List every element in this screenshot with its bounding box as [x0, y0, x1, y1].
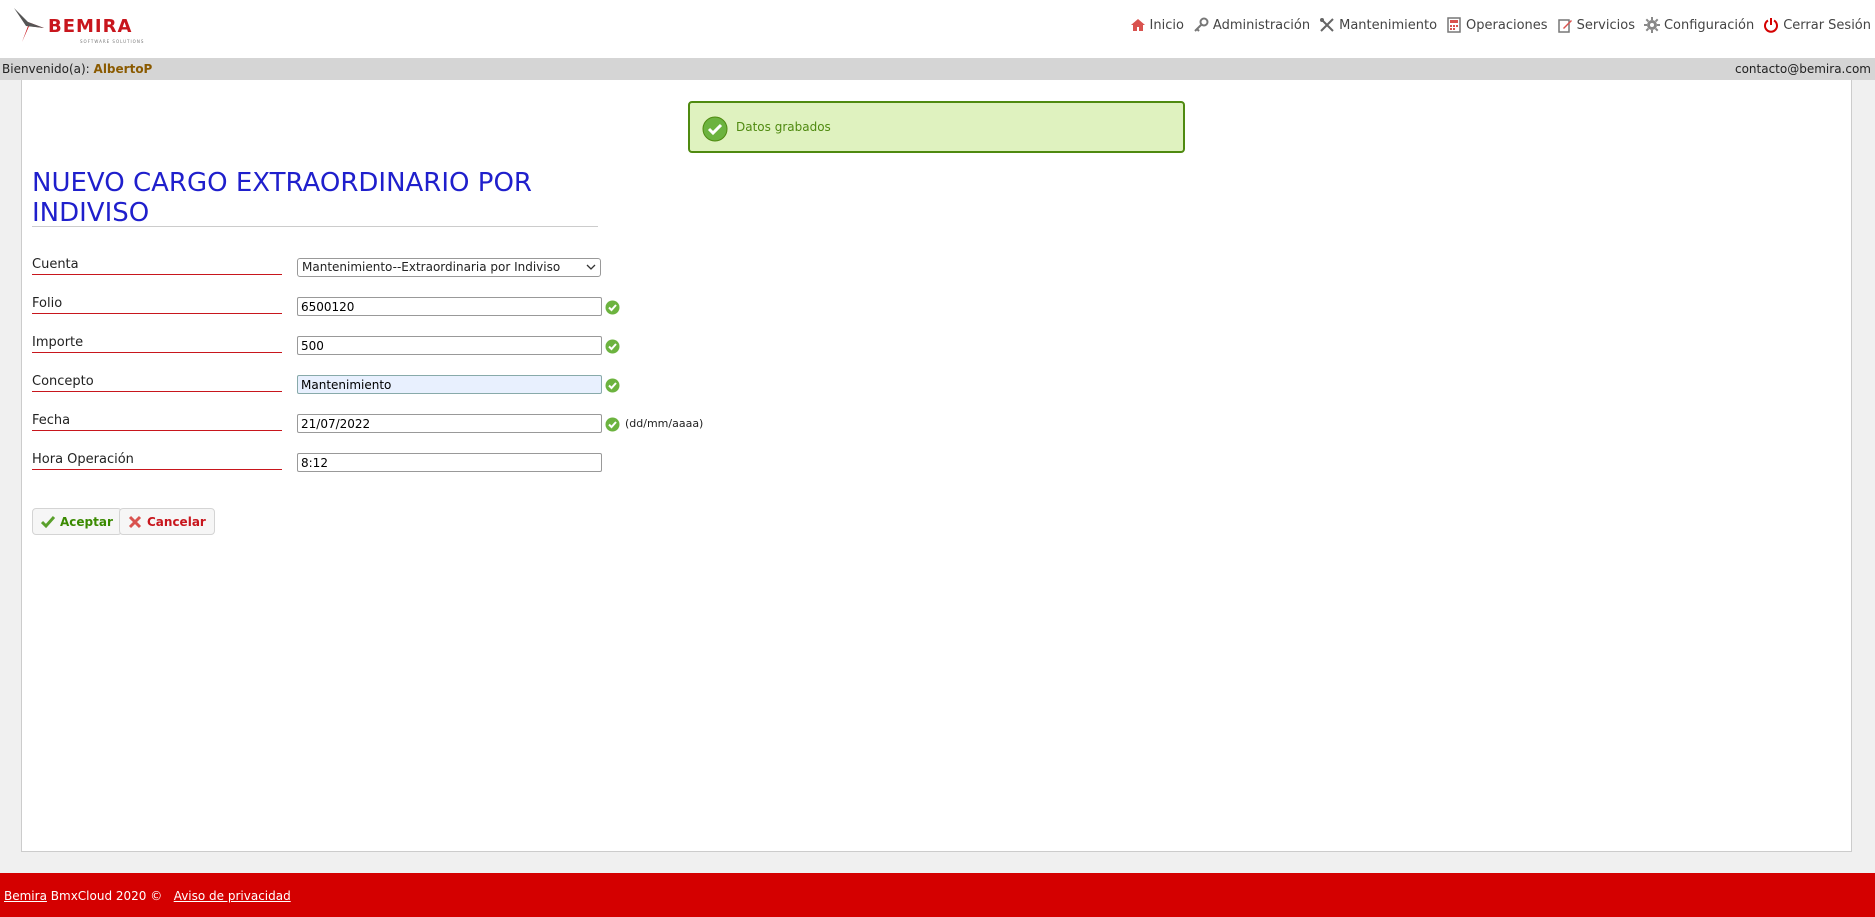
- valid-check-icon: [605, 417, 620, 432]
- valid-check-icon: [605, 300, 620, 315]
- page-title: NUEVO CARGO EXTRAORDINARIO POR INDIVISO: [32, 168, 532, 228]
- welcome-prefix: Bienvenido(a):: [2, 62, 90, 76]
- fecha-input[interactable]: [297, 414, 602, 433]
- main-nav: Inicio Administración Mantenimiento Oper…: [1121, 17, 1871, 33]
- nav-label: Servicios: [1576, 17, 1635, 33]
- nav-label: Operaciones: [1466, 17, 1548, 33]
- nav-administracion[interactable]: Administración: [1193, 17, 1310, 33]
- nav-mantenimiento[interactable]: Mantenimiento: [1319, 17, 1437, 33]
- title-divider: [32, 226, 598, 227]
- valid-check-icon: [605, 378, 620, 393]
- chevron-down-icon: [586, 264, 596, 270]
- footer-copyright: BmxCloud 2020 ©: [50, 889, 163, 903]
- gear-icon: [1643, 17, 1660, 33]
- nav-label: Configuración: [1663, 17, 1755, 33]
- date-format-hint: (dd/mm/aaaa): [625, 417, 704, 430]
- home-icon: [1130, 19, 1145, 31]
- cancelar-label: Cancelar: [147, 514, 206, 529]
- nav-configuracion[interactable]: Configuración: [1643, 17, 1755, 33]
- cuenta-select[interactable]: Mantenimiento--Extraordinaria por Indivi…: [297, 258, 601, 277]
- folio-input[interactable]: [297, 297, 602, 316]
- nav-label: Cerrar Sesión: [1783, 17, 1871, 33]
- importe-input[interactable]: [297, 336, 602, 355]
- concepto-label: Concepto: [32, 374, 282, 392]
- logo-subtitle: SOFTWARE SOLUTIONS: [80, 39, 145, 44]
- footer: Bemira BmxCloud 2020 © Aviso de privacid…: [0, 873, 1875, 917]
- welcome-message: Bienvenido(a): AlbertoP: [2, 58, 152, 80]
- alert-message: Datos grabados: [736, 120, 831, 134]
- logo-star-icon: [14, 8, 44, 42]
- contact-email: contacto@bemira.com: [1734, 62, 1871, 76]
- nav-operaciones[interactable]: Operaciones: [1446, 17, 1548, 33]
- welcome-username: AlbertoP: [93, 62, 153, 76]
- importe-label: Importe: [32, 335, 282, 353]
- concepto-input[interactable]: [297, 375, 602, 394]
- aceptar-label: Aceptar: [60, 514, 113, 529]
- nav-servicios[interactable]: Servicios: [1557, 17, 1635, 33]
- welcome-bar: Bienvenido(a): AlbertoP contacto@bemira.…: [0, 58, 1875, 80]
- folio-label: Folio: [32, 296, 282, 314]
- cancelar-button[interactable]: Cancelar: [119, 508, 215, 535]
- footer-content: Bemira BmxCloud 2020 © Aviso de privacid…: [4, 889, 291, 903]
- cuenta-selected-value: Mantenimiento--Extraordinaria por Indivi…: [302, 260, 561, 274]
- nav-label: Mantenimiento: [1339, 17, 1438, 33]
- footer-brand-link[interactable]: Bemira: [4, 889, 47, 903]
- close-icon: [128, 515, 142, 528]
- valid-check-icon: [605, 339, 620, 354]
- header: BEMIRA SOFTWARE SOLUTIONS Inicio Adminis…: [0, 0, 1875, 58]
- power-icon: [1764, 18, 1779, 33]
- logo-text: BEMIRA: [48, 16, 133, 37]
- key-icon: [1194, 17, 1209, 32]
- check-circle-icon: [702, 116, 728, 142]
- tools-icon: [1320, 18, 1334, 32]
- calculator-icon: [1447, 17, 1461, 33]
- content-panel: Datos grabados NUEVO CARGO EXTRAORDINARI…: [21, 80, 1852, 852]
- nav-label: Inicio: [1149, 17, 1184, 33]
- edit-icon: [1557, 19, 1572, 33]
- nav-label: Administración: [1212, 17, 1311, 33]
- privacy-link[interactable]: Aviso de privacidad: [174, 889, 291, 903]
- success-alert: Datos grabados: [688, 101, 1185, 153]
- cuenta-label: Cuenta: [32, 257, 282, 275]
- hora-operacion-label: Hora Operación: [32, 452, 282, 470]
- aceptar-button[interactable]: Aceptar: [32, 508, 122, 535]
- nav-inicio[interactable]: Inicio: [1130, 17, 1184, 33]
- hora-operacion-input[interactable]: [297, 453, 602, 472]
- bemira-logo[interactable]: BEMIRA SOFTWARE SOLUTIONS: [10, 6, 143, 44]
- fecha-label: Fecha: [32, 413, 282, 431]
- checkmark-icon: [41, 515, 55, 528]
- nav-cerrar-sesion[interactable]: Cerrar Sesión: [1763, 17, 1871, 33]
